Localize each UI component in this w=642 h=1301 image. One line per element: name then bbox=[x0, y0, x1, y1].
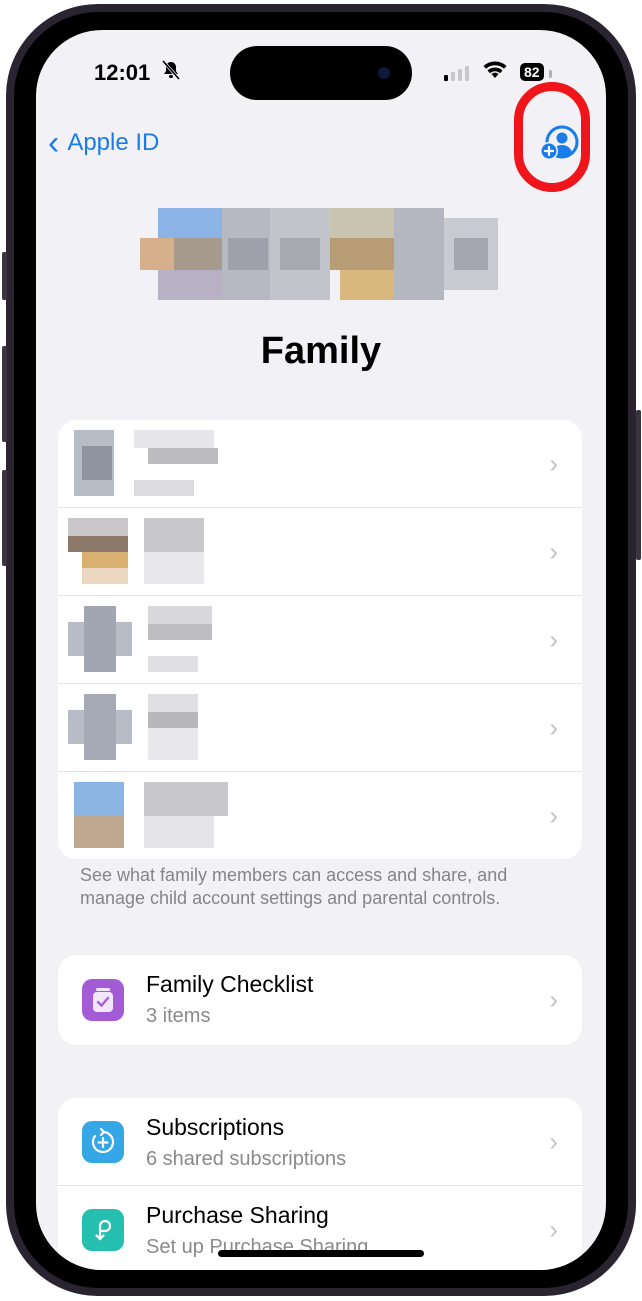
status-time: 12:01 bbox=[94, 60, 151, 85]
bell-slash-icon bbox=[161, 60, 181, 85]
camera-icon bbox=[378, 67, 390, 79]
redacted-member bbox=[74, 430, 218, 496]
family-member-row[interactable]: › bbox=[58, 420, 582, 508]
page-title: Family bbox=[260, 330, 382, 372]
checklist-icon bbox=[82, 979, 124, 1021]
avatar-mosaic-tiles bbox=[140, 208, 498, 300]
chevron-right-icon: › bbox=[549, 536, 558, 566]
action-button bbox=[2, 252, 7, 300]
volume-up-button bbox=[2, 346, 7, 442]
family-member-row[interactable]: › bbox=[58, 508, 582, 596]
family-member-row[interactable]: › bbox=[58, 684, 582, 772]
purchase-sharing-icon bbox=[82, 1208, 124, 1251]
family-member-row[interactable]: › bbox=[58, 596, 582, 684]
wifi-icon bbox=[482, 60, 508, 85]
chevron-right-icon: › bbox=[549, 984, 558, 1015]
row-subtitle: 3 items bbox=[146, 1005, 211, 1027]
family-checklist-row[interactable]: Family Checklist 3 items › bbox=[58, 955, 582, 1045]
family-member-row[interactable]: › bbox=[58, 772, 582, 859]
row-title: Family Checklist bbox=[146, 971, 314, 997]
members-footer-note: See what family members can access and s… bbox=[80, 865, 508, 908]
family-checklist-group: Family Checklist 3 items › bbox=[58, 955, 582, 1045]
home-indicator[interactable] bbox=[218, 1250, 424, 1257]
chevron-right-icon: › bbox=[549, 624, 558, 654]
back-label: Apple ID bbox=[67, 129, 160, 156]
family-members-list: › › › › › bbox=[58, 420, 582, 859]
chevron-right-icon: › bbox=[549, 800, 558, 830]
purchase-sharing-row[interactable]: Purchase Sharing Set up Purchase Sharing… bbox=[58, 1186, 582, 1270]
row-subtitle: 6 shared subscriptions bbox=[146, 1148, 347, 1170]
battery-tip bbox=[549, 70, 552, 78]
redacted-member bbox=[68, 694, 198, 760]
row-title: Purchase Sharing bbox=[146, 1202, 329, 1228]
redacted-member bbox=[68, 518, 204, 584]
chevron-right-icon: › bbox=[549, 448, 558, 478]
sharing-group: Subscriptions 6 shared subscriptions › P… bbox=[58, 1098, 582, 1270]
chevron-left-icon: ‹ bbox=[48, 124, 60, 162]
back-button[interactable]: ‹ Apple ID bbox=[48, 126, 159, 160]
row-title: Subscriptions bbox=[146, 1114, 285, 1140]
power-button bbox=[636, 410, 641, 560]
family-avatars bbox=[140, 208, 498, 300]
redacted-member bbox=[68, 606, 212, 672]
chevron-right-icon: › bbox=[549, 712, 558, 742]
chevron-right-icon: › bbox=[549, 1126, 558, 1156]
subscriptions-icon bbox=[82, 1120, 124, 1163]
cellular-signal-icon bbox=[444, 66, 469, 81]
redacted-member bbox=[74, 782, 228, 848]
highlight-annotation bbox=[514, 82, 590, 192]
volume-down-button bbox=[2, 470, 7, 566]
subscriptions-row[interactable]: Subscriptions 6 shared subscriptions › bbox=[58, 1098, 582, 1186]
screen: 12:01 82 ‹ Apple ID Family › › › › › See… bbox=[36, 30, 606, 1270]
dynamic-island bbox=[230, 46, 412, 100]
battery-level: 82 bbox=[520, 63, 544, 81]
chevron-right-icon: › bbox=[549, 1214, 558, 1244]
